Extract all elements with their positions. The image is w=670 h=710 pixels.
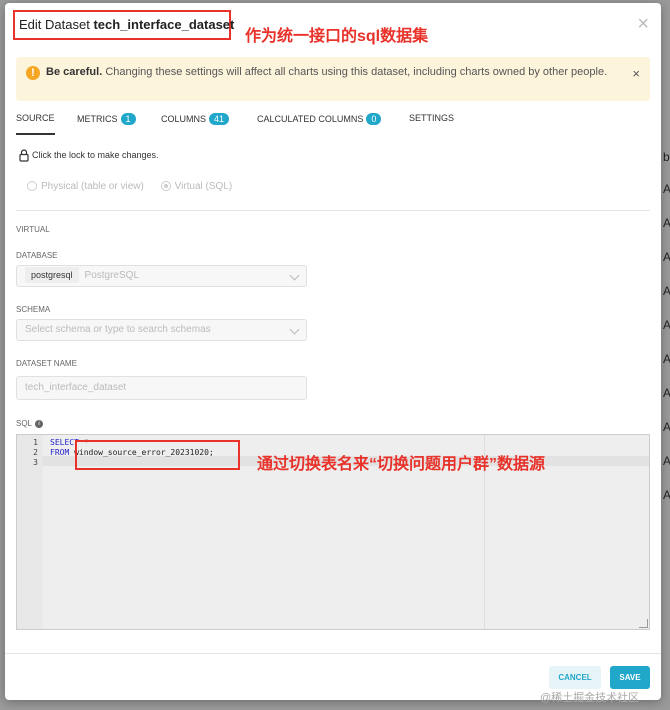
database-select[interactable]: postgresql PostgreSQL: [16, 265, 307, 287]
radio-physical-circle: [27, 181, 37, 192]
background-cell: A: [663, 216, 670, 230]
watermark: @稀土掘金技术社区: [540, 692, 640, 704]
modal-title: Edit Dataset tech_interface_dataset: [13, 10, 235, 40]
dataset-name-value: tech_interface_dataset: [25, 382, 127, 393]
sql-annotation: 通过切换表名来“切换问题用户群”数据源: [257, 456, 546, 473]
dataset-type-radios: Physical (table or view) Virtual (SQL): [27, 181, 232, 192]
schema-placeholder: Select schema or type to search schemas: [25, 324, 211, 335]
database-label: DATABASE: [16, 251, 58, 260]
tab-metrics-label: Metrics: [77, 114, 118, 124]
edit-dataset-modal: Edit Dataset tech_interface_dataset 作为统一…: [5, 3, 661, 700]
warning-message: Changing these settings will affect all …: [105, 66, 608, 78]
radio-physical[interactable]: Physical (table or view): [27, 181, 144, 192]
dataset-name-input[interactable]: tech_interface_dataset: [16, 376, 307, 400]
background-column-label: by: [663, 150, 670, 164]
modal-title-prefix: Edit Dataset: [19, 17, 90, 32]
tab-source-label: Source: [16, 113, 55, 123]
tab-metrics-badge: 1: [120, 113, 136, 125]
tab-settings[interactable]: Settings: [409, 113, 454, 135]
sql-label: SQL i: [16, 419, 44, 428]
background-cell: A: [663, 386, 670, 400]
warning-text: Be careful. Changing these settings will…: [46, 64, 616, 80]
background-cell: A: [663, 318, 670, 332]
background-cell: A: [663, 182, 670, 196]
schema-label: SCHEMA: [16, 305, 51, 314]
database-value: PostgreSQL: [84, 270, 140, 281]
line-number: 3: [33, 458, 38, 467]
warning-icon: !: [26, 66, 40, 80]
warning-close-icon[interactable]: ×: [632, 66, 640, 82]
radio-virtual-label: Virtual (SQL): [174, 181, 233, 192]
line-number: 2: [33, 448, 38, 457]
modal-header: Edit Dataset tech_interface_dataset 作为统一…: [5, 3, 661, 47]
tab-columns-label: Columns: [161, 114, 207, 124]
code-keyword: FROM: [50, 448, 70, 457]
tab-metrics[interactable]: Metrics 1: [77, 113, 136, 135]
background-cell: A: [663, 284, 670, 298]
modal-footer-divider: [5, 653, 661, 654]
schema-select[interactable]: Select schema or type to search schemas: [16, 319, 307, 341]
info-icon[interactable]: i: [35, 419, 44, 428]
tab-columns-badge: 41: [209, 113, 230, 125]
tab-columns[interactable]: Columns 41: [161, 113, 230, 135]
sql-label-text: SQL: [16, 419, 33, 428]
warning-bold: Be careful.: [46, 66, 103, 78]
resize-handle[interactable]: [639, 619, 648, 628]
dataset-name-label: DATASET NAME: [16, 359, 77, 368]
background-cell: A: [663, 250, 670, 264]
lock-text: Click the lock to make changes.: [32, 149, 159, 160]
chevron-down-icon: [289, 270, 300, 281]
modal-title-dataset: tech_interface_dataset: [93, 17, 235, 32]
lock-row: Click the lock to make changes.: [19, 149, 159, 162]
radio-physical-label: Physical (table or view): [41, 181, 144, 192]
background-cell: A: [663, 420, 670, 434]
tab-bar: Source Metrics 1 Columns 41 Calculated col…: [5, 107, 661, 135]
background-cell: A: [663, 454, 670, 468]
virtual-section-label: VIRTUAL: [16, 225, 50, 234]
table-name-highlight: [75, 440, 240, 470]
cancel-button[interactable]: Cancel: [549, 666, 601, 689]
lock-icon[interactable]: [19, 149, 29, 162]
save-button[interactable]: Save: [610, 666, 650, 689]
line-number: 1: [33, 438, 38, 447]
tab-calculated-columns[interactable]: Calculated columns 0: [257, 113, 382, 135]
radio-virtual[interactable]: Virtual (SQL): [160, 181, 233, 192]
title-annotation: 作为统一接口的sql数据集: [245, 28, 429, 45]
tab-settings-label: Settings: [409, 113, 455, 123]
tab-calculated-columns-label: Calculated columns: [257, 114, 364, 124]
database-tag: postgresql: [25, 267, 79, 283]
chevron-down-icon: [289, 324, 300, 335]
background-cell: A: [663, 352, 670, 366]
radio-virtual-circle: [160, 181, 171, 192]
tab-source[interactable]: Source: [16, 113, 55, 135]
background-cell: A: [663, 488, 670, 502]
tab-calculated-columns-badge: 0: [366, 113, 382, 125]
close-icon[interactable]: ×: [637, 13, 649, 36]
section-divider: [16, 210, 650, 211]
warning-alert: ! Be careful. Changing these settings wi…: [16, 57, 650, 101]
